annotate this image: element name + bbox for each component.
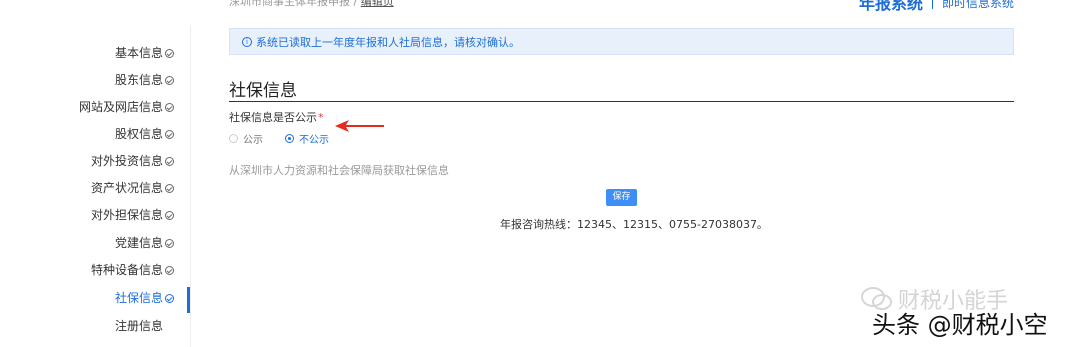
section-title: 社保信息 [229,81,297,101]
sidebar-item-outbound-investment-info[interactable]: 对外投资信息 [91,152,174,170]
publicity-field-label: 社保信息是否公示* [229,109,324,125]
annual-report-edit-page: 深圳市商事主体年报申报 / 编辑页 年报系统 即时信息系统 基本信息 股东信息 … [0,0,1080,347]
radio-label: 不公示 [299,135,329,146]
radio-public[interactable]: 公示 [229,131,263,146]
data-source-text: 从深圳市人力资源和社会保障局获取社保信息 [229,164,449,177]
check-circle-icon [165,183,174,193]
save-button[interactable]: 保存 [606,189,637,206]
instant-info-system-link[interactable]: 即时信息系统 [942,0,1014,11]
info-alert: i 系统已读取上一年度年报和人社局信息，请核对确认。 [229,28,1014,55]
hotline-text: 年报咨询热线：12345、12315、0755-27038037。 [500,218,768,231]
header-divider [931,0,933,9]
field-label-text: 社保信息是否公示 [229,111,317,124]
sidebar-item-label: 基本信息 [114,46,163,60]
sidebar-item-label: 股权信息 [114,127,163,141]
sidebar-divider [190,25,191,347]
sidebar-nav: 基本信息 股东信息 网站及网店信息 股权信息 对外投资信息 资产状况信息 对外担… [0,38,190,347]
sidebar-item-special-equipment-info[interactable]: 特种设备信息 [91,261,174,279]
sidebar-item-website-store-info[interactable]: 网站及网店信息 [79,98,174,116]
check-circle-icon [165,75,174,85]
check-circle-icon [165,293,174,303]
check-circle-icon [165,238,174,248]
red-arrow-annotation-icon [335,120,384,132]
check-circle-icon [165,48,174,58]
sidebar-item-outbound-guarantee-info[interactable]: 对外担保信息 [91,206,174,224]
check-circle-icon [165,129,174,139]
breadcrumb: 深圳市商事主体年报申报 / 编辑页 [229,0,394,9]
system-title: 年报系统 [858,0,923,13]
info-alert-text: 系统已读取上一年度年报和人社局信息，请核对确认。 [256,35,520,49]
sidebar-item-label: 对外投资信息 [90,154,163,168]
section-divider [229,101,1014,102]
radio-label: 公示 [243,135,263,146]
sidebar-item-label: 注册信息 [114,319,163,333]
watermark-bottom-text: 头条 @财税小空 [872,311,1048,339]
sidebar-item-label: 特种设备信息 [90,263,163,277]
sidebar-item-social-security-info[interactable]: 社保信息 [115,289,174,307]
sidebar-item-equity-info[interactable]: 股权信息 [115,125,174,143]
system-header: 年报系统 即时信息系统 [859,0,1014,14]
breadcrumb-separator: / [353,0,358,8]
sidebar-item-basic-info[interactable]: 基本信息 [115,44,174,62]
sidebar-item-label: 党建信息 [114,236,163,250]
publicity-radio-group: 公示 不公示 [229,131,351,146]
sidebar-item-label: 股东信息 [114,73,163,87]
radio-unchecked-icon [229,134,238,143]
sidebar-item-label: 资产状况信息 [90,181,163,195]
required-mark: * [318,111,324,124]
sidebar-item-registration-info[interactable]: 注册信息 [115,317,163,335]
sidebar-item-label: 网站及网店信息 [78,100,163,114]
sidebar-item-shareholder-info[interactable]: 股东信息 [115,71,174,89]
sidebar-item-party-building-info[interactable]: 党建信息 [115,234,174,252]
breadcrumb-parent[interactable]: 深圳市商事主体年报申报 [229,0,350,8]
check-circle-icon [165,210,174,220]
sidebar-item-label: 对外担保信息 [90,208,163,222]
radio-checked-icon [285,134,294,143]
sidebar-item-label: 社保信息 [114,291,163,305]
check-circle-icon [165,156,174,166]
info-icon: i [242,36,252,47]
check-circle-icon [165,102,174,112]
breadcrumb-current[interactable]: 编辑页 [361,0,394,8]
sidebar-item-asset-status-info[interactable]: 资产状况信息 [91,179,174,197]
radio-not-public[interactable]: 不公示 [285,131,329,146]
sidebar-active-indicator [187,287,190,313]
check-circle-icon [165,265,174,275]
